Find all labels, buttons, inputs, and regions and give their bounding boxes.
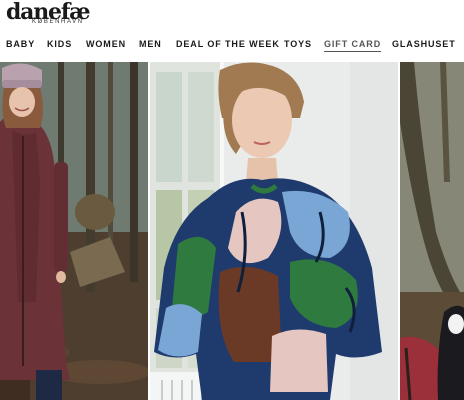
- site-header: danefæ KØBENHAVN BABY KIDS WOMEN MEN DEA…: [0, 0, 464, 62]
- nav-item-kids[interactable]: KIDS: [47, 38, 72, 50]
- nav-item-baby[interactable]: BABY: [6, 38, 35, 50]
- hero-banner: [0, 62, 464, 400]
- nav-item-deal-of-the-week[interactable]: DEAL OF THE WEEK: [176, 38, 280, 50]
- nav-item-women[interactable]: WOMEN: [86, 38, 126, 50]
- coat-photo-illustration: [0, 62, 148, 400]
- hero-image-sweater[interactable]: [150, 62, 398, 400]
- nav-item-glashuset[interactable]: GLASHUSET: [392, 38, 456, 50]
- hero-image-third[interactable]: [400, 62, 464, 400]
- third-photo-illustration: [400, 62, 464, 400]
- sweater-photo-illustration: [150, 62, 398, 400]
- brand-logo-city: KØBENHAVN: [32, 19, 84, 25]
- nav-item-gift-card[interactable]: GIFT CARD: [324, 38, 382, 52]
- main-navigation: BABY KIDS WOMEN MEN DEAL OF THE WEEK TOY…: [0, 38, 464, 54]
- nav-item-men[interactable]: MEN: [139, 38, 162, 50]
- nav-item-toys[interactable]: TOYS: [284, 38, 312, 50]
- hero-image-coat[interactable]: [0, 62, 148, 400]
- brand-logo[interactable]: danefæ KØBENHAVN: [6, 1, 96, 30]
